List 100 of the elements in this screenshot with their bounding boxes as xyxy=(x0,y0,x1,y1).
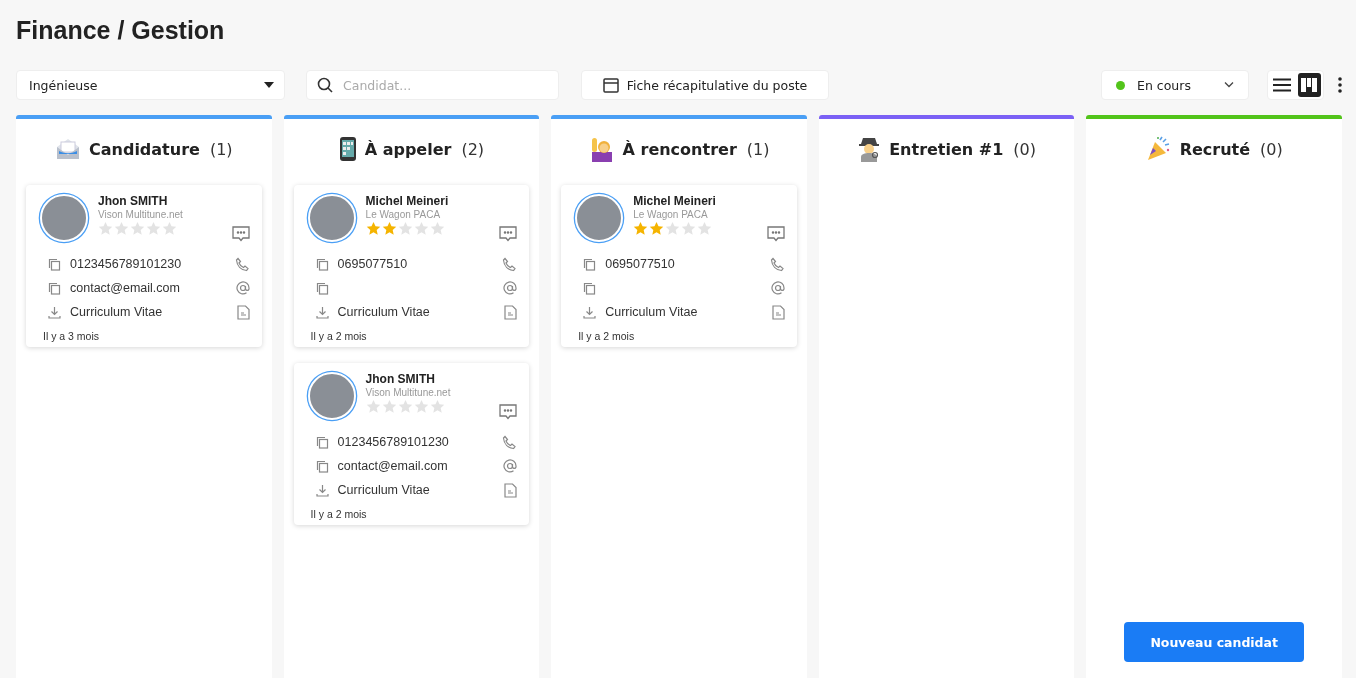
status-select[interactable]: En cours xyxy=(1101,70,1249,100)
email-icon[interactable] xyxy=(770,281,785,295)
candidate-name: Michel Meineri xyxy=(633,194,716,208)
star-icon xyxy=(397,399,413,414)
copy-icon[interactable] xyxy=(48,257,61,271)
avatar-photo-placeholder xyxy=(307,372,356,420)
star-icon xyxy=(381,399,397,414)
phone-icon[interactable] xyxy=(234,256,250,272)
star-icon xyxy=(365,221,381,236)
star-icon xyxy=(381,221,397,236)
phone-number: 0695077510 xyxy=(605,257,675,271)
candidate-name: Jhon SMITH xyxy=(365,372,435,386)
column-title: Candidature xyxy=(89,139,200,159)
phone-number: 0695077510 xyxy=(337,257,408,271)
star-icon xyxy=(114,221,129,236)
column-count: (0) xyxy=(1260,139,1283,159)
caret-icon xyxy=(264,82,274,88)
copy-icon[interactable] xyxy=(583,281,597,295)
avatar-photo-placeholder xyxy=(40,194,88,242)
document-icon[interactable] xyxy=(504,304,518,320)
email-icon[interactable] xyxy=(503,281,518,295)
copy-icon[interactable] xyxy=(315,459,329,473)
star-icon xyxy=(665,221,681,236)
download-icon[interactable] xyxy=(48,305,61,319)
copy-icon[interactable] xyxy=(583,257,597,271)
star-icon xyxy=(397,221,413,236)
envelope-icon xyxy=(55,137,81,161)
search-field[interactable]: Candidat... xyxy=(306,70,559,100)
email-icon[interactable] xyxy=(503,459,518,473)
star-icon xyxy=(98,221,113,236)
column-count: (0) xyxy=(1013,139,1037,159)
time-ago: Il y a 3 mois xyxy=(42,329,100,342)
candidate-card[interactable]: Jhon SMITH Vison Multitune.net 0123456789101230 contact@email.com Curriculum Vitae Il y a 3 mois xyxy=(26,185,262,347)
more-options-icon[interactable] xyxy=(1338,77,1342,93)
star-rating[interactable] xyxy=(633,221,713,236)
star-icon xyxy=(649,221,665,236)
star-rating[interactable] xyxy=(98,221,177,236)
star-icon xyxy=(146,221,161,236)
copy-icon[interactable] xyxy=(315,281,329,295)
copy-icon[interactable] xyxy=(315,435,329,449)
party-popper-icon xyxy=(1145,136,1172,162)
company-select[interactable]: Ingénieuse xyxy=(16,70,285,100)
phone-number: 0123456789101230 xyxy=(337,435,449,449)
phone-icon[interactable] xyxy=(769,256,785,272)
document-icon[interactable] xyxy=(236,304,250,320)
time-ago: Il y a 2 mois xyxy=(309,329,367,342)
download-icon[interactable] xyxy=(315,483,329,497)
email-icon[interactable] xyxy=(235,281,250,295)
copy-icon[interactable] xyxy=(48,281,61,295)
star-rating[interactable] xyxy=(365,399,445,414)
cv-link[interactable]: Curriculum Vitae xyxy=(337,305,430,319)
phone-icon xyxy=(338,136,357,162)
search-icon xyxy=(317,77,333,93)
star-icon xyxy=(429,399,445,414)
new-candidate-button[interactable]: Nouveau candidat xyxy=(1124,622,1305,662)
phone-icon[interactable] xyxy=(502,434,518,450)
candidate-card[interactable]: Michel Meineri Le Wagon PACA 0695077510 Curriculum Vitae Il y a 2 mois xyxy=(561,185,797,347)
column-count: (1) xyxy=(209,139,233,159)
detective-icon xyxy=(857,136,882,162)
cv-link[interactable]: Curriculum Vitae xyxy=(605,305,698,319)
star-icon xyxy=(413,399,429,414)
cv-link[interactable]: Curriculum Vitae xyxy=(70,305,163,319)
star-rating[interactable] xyxy=(365,221,445,236)
star-icon xyxy=(413,221,429,236)
candidate-card[interactable]: Michel Meineri Le Wagon PACA 0695077510 Curriculum Vitae Il y a 2 mois xyxy=(293,185,530,347)
copy-icon[interactable] xyxy=(315,257,329,271)
column-count: (1) xyxy=(746,139,770,159)
cv-link[interactable]: Curriculum Vitae xyxy=(337,483,430,497)
time-ago: Il y a 2 mois xyxy=(577,329,635,342)
candidate-card[interactable]: Jhon SMITH Vison Multitune.net 0123456789101230 contact@email.com Curriculum Vitae Il y a 2 mois xyxy=(293,363,530,525)
download-icon[interactable] xyxy=(315,305,329,319)
candidate-name: Michel Meineri xyxy=(365,194,449,208)
comment-icon[interactable] xyxy=(231,226,250,242)
column-count: (2) xyxy=(461,139,485,159)
comment-icon[interactable] xyxy=(499,226,518,242)
chevron-down-icon xyxy=(1224,82,1234,88)
document-icon[interactable] xyxy=(771,304,785,320)
summary-button[interactable]: Fiche récapitulative du poste xyxy=(581,70,829,100)
page-title: Finance / Gestion xyxy=(16,16,225,45)
candidate-name: Jhon SMITH xyxy=(98,194,168,208)
email-address: contact@email.com xyxy=(337,459,448,473)
phone-icon[interactable] xyxy=(502,256,518,272)
candidate-company: Vison Multitune.net xyxy=(98,209,183,220)
star-icon xyxy=(130,221,145,236)
candidate-company: Le Wagon PACA xyxy=(633,209,708,220)
column-title: Recruté xyxy=(1179,139,1251,159)
phone-number: 0123456789101230 xyxy=(70,257,182,271)
avatar-photo-placeholder xyxy=(575,194,624,242)
candidate-company: Vison Multitune.net xyxy=(365,387,451,398)
candidate-company: Le Wagon PACA xyxy=(365,209,441,220)
column-title: À rencontrer xyxy=(622,139,737,159)
board-view-button[interactable] xyxy=(1297,73,1321,97)
avatar-photo-placeholder xyxy=(307,194,356,242)
star-icon xyxy=(365,399,381,414)
download-icon[interactable] xyxy=(583,305,597,319)
star-icon xyxy=(429,221,445,236)
comment-icon[interactable] xyxy=(766,226,785,242)
document-icon[interactable] xyxy=(504,482,518,498)
column-title: À appeler xyxy=(364,139,452,159)
comment-icon[interactable] xyxy=(499,404,518,420)
